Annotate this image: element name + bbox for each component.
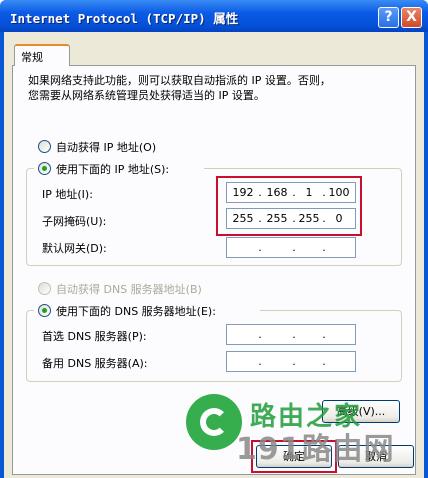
radio-auto-ip-label[interactable]: 自动获得 IP 地址(O)	[56, 139, 156, 155]
title-bar[interactable]: Internet Protocol (TCP/IP) 属性 ? X	[0, 0, 428, 32]
radio-manual-ip[interactable]	[38, 162, 51, 175]
highlight-box	[216, 176, 362, 236]
description-line-1: 如果网络支持此功能，则可以获取自动指派的 IP 设置。否则，	[28, 74, 331, 87]
tab-general[interactable]: 常规	[14, 44, 70, 66]
ip-address-label: IP 地址(I):	[42, 188, 93, 201]
window-title: Internet Protocol (TCP/IP) 属性	[10, 11, 239, 26]
radio-manual-dns-label[interactable]: 使用下面的 DNS 服务器地址(E):	[56, 303, 216, 319]
default-gateway-label: 默认网关(D):	[42, 242, 107, 255]
default-gateway-input[interactable]: . . .	[226, 237, 356, 258]
description-line-2: 您需要从网络系统管理员处获得适当的 IP 设置。	[28, 89, 265, 102]
watermark-site: 191路由网	[236, 432, 395, 467]
watermark-logo-icon	[186, 394, 242, 450]
radio-auto-ip[interactable]	[38, 140, 51, 153]
preferred-dns-input[interactable]: . . .	[226, 324, 356, 345]
subnet-mask-label: 子网掩码(U):	[42, 215, 107, 228]
radio-manual-dns[interactable]	[38, 304, 51, 317]
radio-auto-dns[interactable]	[38, 282, 51, 295]
preferred-dns-label: 首选 DNS 服务器(P):	[42, 330, 147, 343]
alternate-dns-label: 备用 DNS 服务器(A):	[42, 357, 148, 370]
radio-manual-ip-label[interactable]: 使用下面的 IP 地址(S):	[56, 161, 169, 177]
help-icon[interactable]: ?	[378, 7, 399, 28]
close-icon[interactable]: X	[401, 7, 422, 28]
alternate-dns-input[interactable]: . . .	[226, 351, 356, 372]
radio-auto-dns-label[interactable]: 自动获得 DNS 服务器地址(B)	[56, 281, 202, 297]
